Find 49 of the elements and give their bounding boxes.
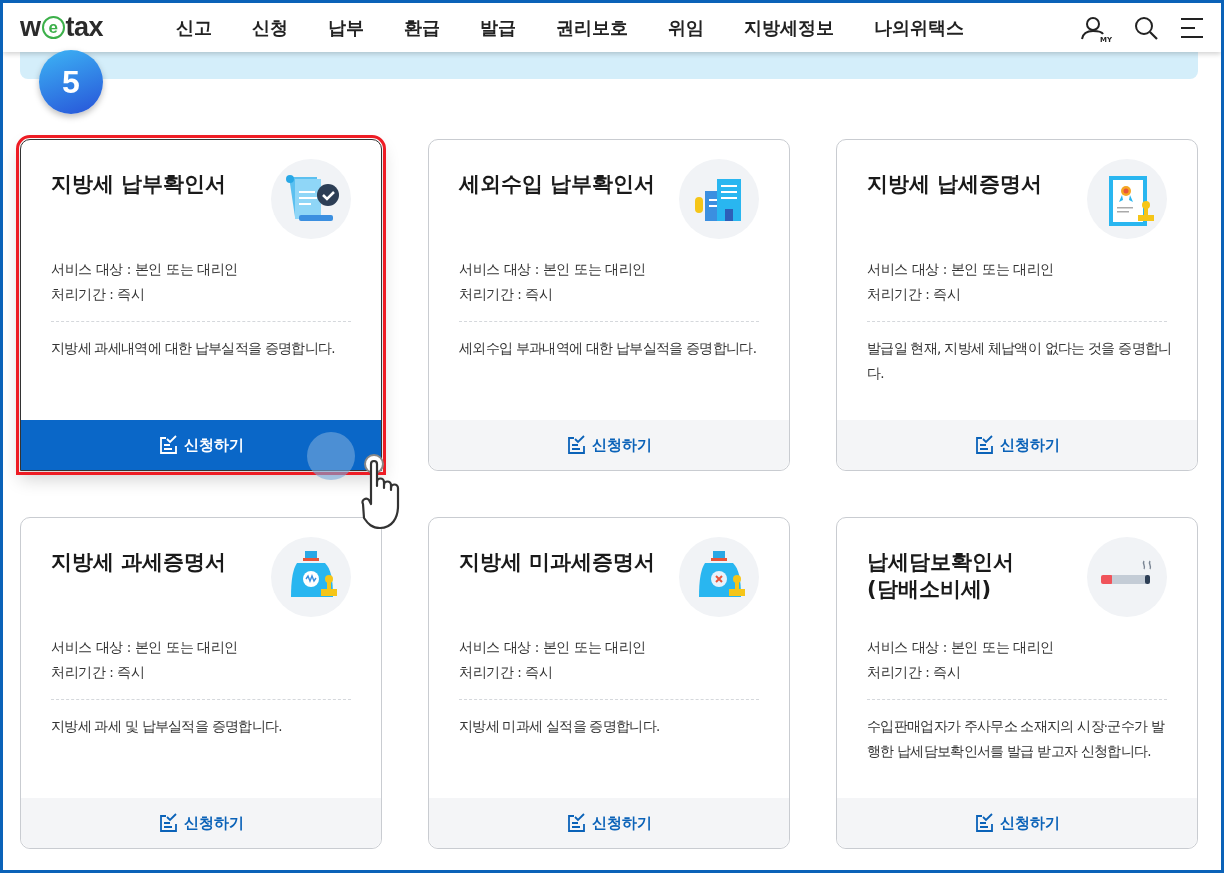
click-ripple (307, 432, 355, 480)
nav-menu-item[interactable]: 신고 (156, 15, 232, 40)
apply-button[interactable]: 신청하기 (429, 798, 789, 848)
card-title: 지방세 납세증명서 (867, 171, 1043, 198)
card-description: 지방세 과세내역에 대한 납부실적을 증명합니다. (51, 339, 336, 358)
service-target-text: 서비스 대상 : 본인 또는 대리인 (867, 260, 1055, 279)
card-description: 지방세 과세 및 납부실적을 증명합니다. (51, 717, 283, 736)
service-target-text: 서비스 대상 : 본인 또는 대리인 (51, 638, 239, 657)
card-description: 지방세 미과세 실적을 증명합니다. (459, 717, 661, 736)
nav-menu-item[interactable]: 신청 (232, 15, 308, 40)
service-target-text: 서비스 대상 : 본인 또는 대리인 (867, 638, 1055, 657)
edit-form-icon (974, 435, 994, 455)
processing-time-text: 처리기간 : 즉시 (51, 663, 146, 682)
apply-button[interactable]: 신청하기 (837, 798, 1197, 848)
nav-menu-item[interactable]: 나의위택스 (854, 15, 984, 40)
apply-button[interactable]: 신청하기 (21, 798, 381, 848)
card-description: 발급일 현재, 지방세 체납액이 없다는 것을 증명합니다. (867, 339, 1173, 383)
nav-menu-item[interactable]: 권리보호 (536, 15, 648, 40)
card-title: 지방세 납부확인서 (51, 171, 227, 198)
service-target-text: 서비스 대상 : 본인 또는 대리인 (51, 260, 239, 279)
step-number-badge: 5 (39, 50, 103, 114)
processing-time-text: 처리기간 : 즉시 (867, 285, 962, 304)
card-description: 세외수입 부과내역에 대한 납부실적을 증명합니다. (459, 339, 758, 358)
nav-menu-item[interactable]: 납부 (308, 15, 384, 40)
processing-time-text: 처리기간 : 즉시 (459, 285, 554, 304)
processing-time-text: 처리기간 : 즉시 (459, 663, 554, 682)
apply-button[interactable]: 신청하기 (21, 420, 381, 470)
service-target-text: 서비스 대상 : 본인 또는 대리인 (459, 260, 647, 279)
apply-button[interactable]: 신청하기 (429, 420, 789, 470)
processing-time-text: 처리기간 : 즉시 (867, 663, 962, 682)
nav-menu-item[interactable]: 위임 (648, 15, 724, 40)
card-title: 납세담보확인서 (담배소비세) (867, 549, 1014, 604)
nav-menu-item[interactable]: 환급 (384, 15, 460, 40)
card-title: 세외수입 납부확인서 (459, 171, 656, 198)
edit-form-icon (566, 813, 586, 833)
menu-icon[interactable] (1180, 16, 1204, 39)
service-target-text: 서비스 대상 : 본인 또는 대리인 (459, 638, 647, 657)
apply-button[interactable]: 신청하기 (837, 420, 1197, 470)
edit-form-icon (566, 435, 586, 455)
nav-menu-item[interactable]: 지방세정보 (724, 15, 854, 40)
card-title: 지방세 미과세증명서 (459, 549, 656, 576)
edit-form-icon (158, 813, 178, 833)
nav-menu-item[interactable]: 발급 (460, 15, 536, 40)
card-title: 지방세 과세증명서 (51, 549, 227, 576)
processing-time-text: 처리기간 : 즉시 (51, 285, 146, 304)
edit-form-icon (158, 435, 178, 455)
search-icon[interactable] (1134, 15, 1158, 40)
card-description: 수입판매업자가 주사무소 소재지의 시장·군수가 발행한 납세담보확인서를 발급 받고자 신청합니다. (867, 717, 1166, 761)
edit-form-icon (974, 813, 994, 833)
